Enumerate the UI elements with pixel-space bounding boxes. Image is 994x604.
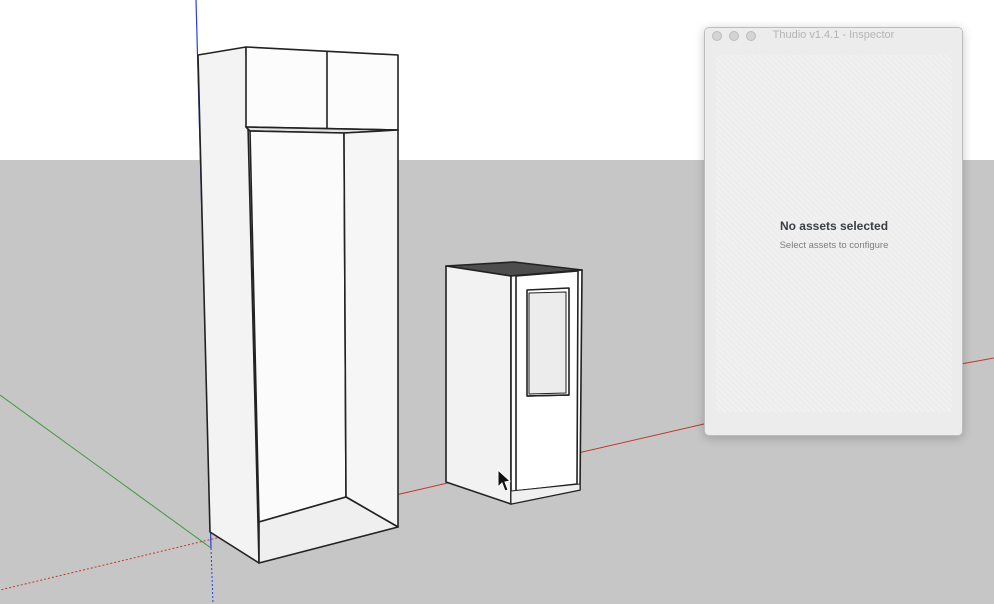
small-cabinet-door-rail — [526, 394, 570, 397]
small-cabinet-left-side — [445, 265, 512, 505]
empty-state-title: No assets selected — [779, 219, 889, 233]
window-title: Thudio v1.4.1 - Inspector — [772, 29, 895, 41]
small-cabinet-glass — [528, 291, 567, 395]
inspector-window[interactable]: Thudio v1.4.1 - Inspector No assets sele… — [704, 27, 963, 436]
inspector-panel: No assets selected Select assets to conf… — [716, 55, 952, 412]
small-cabinet[interactable] — [445, 261, 583, 505]
empty-state-subtitle: Select assets to configure — [779, 240, 889, 251]
tall-cabinet-right-panel — [343, 129, 399, 528]
tall-cabinet-top-box — [245, 46, 399, 131]
tall-cabinet-opening — [249, 130, 347, 523]
title-bar[interactable]: Thudio v1.4.1 - Inspector — [705, 28, 962, 44]
tall-cabinet[interactable] — [197, 46, 399, 564]
